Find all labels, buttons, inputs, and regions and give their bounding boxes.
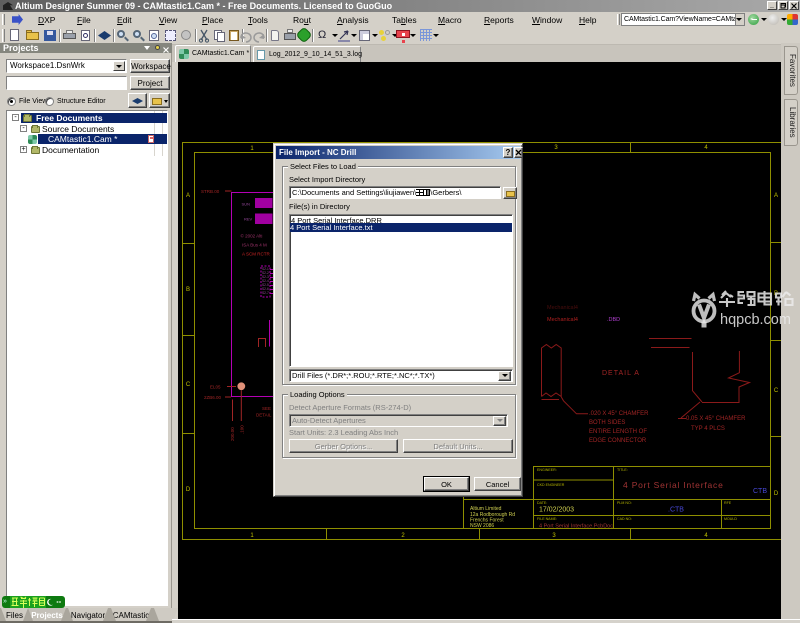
svg-text:ENTIRE LENGTH OF: ENTIRE LENGTH OF [589,429,647,435]
svg-text:A: A [774,193,778,199]
svg-text:NSW 2086: NSW 2086 [470,523,494,529]
svg-text:BOTH SIDES: BOTH SIDES [589,420,625,426]
svg-text:TITLE:: TITLE: [617,468,628,472]
svg-text:CTB: CTB [753,488,767,495]
svg-text:Mechanical4: Mechanical4 [547,305,578,311]
svg-text:STRB.00: STRB.00 [201,189,220,194]
svg-text:.DBD: .DBD [607,317,620,323]
svg-text:CAD NO:: CAD NO: [617,517,632,521]
svg-text:D: D [774,491,779,497]
svg-text:C: C [774,388,779,394]
svg-text:PLM NO:: PLM NO: [617,501,632,505]
svg-text:RFE: RFE [724,501,732,505]
svg-text:4 Port Serial Interface: 4 Port Serial Interface [623,480,724,490]
svg-text:C: C [186,382,191,388]
svg-text:200.00: 200.00 [230,427,235,441]
svg-text:4: 4 [704,533,708,539]
svg-text:FILE NAME:: FILE NAME: [537,517,557,521]
svg-text:1: 1 [250,533,254,539]
svg-text:Mechanical4: Mechanical4 [547,317,578,323]
svg-text:DATE:: DATE: [537,501,547,505]
svg-text:DETAIL A: DETAIL A [602,370,640,377]
svg-text:3: 3 [552,533,556,539]
svg-text:4 Port Serial Interface.PcbDoc: 4 Port Serial Interface.PcbDoc [539,524,613,530]
svg-text:MOULD: MOULD [724,517,737,521]
svg-text:1: 1 [250,146,254,152]
svg-text:S2-7: S2-7 [262,291,269,295]
svg-text:A: A [186,193,190,199]
svg-text:2ZB6.00: 2ZB6.00 [204,395,222,400]
svg-text:SUN: SUN [242,202,251,207]
svg-text:4: 4 [704,145,708,151]
svg-text:.CTB: .CTB [668,507,684,514]
svg-text:D: D [186,487,191,493]
svg-text:ISA Bus 4 M: ISA Bus 4 M [242,243,267,248]
svg-text:3: 3 [554,145,558,151]
svg-text:TYP 4 PLCS: TYP 4 PLCS [691,426,725,432]
svg-text:A SCM RCTR: A SCM RCTR [242,252,271,257]
svg-text:0.05 X 45° CHAMFER: 0.05 X 45° CHAMFER [686,416,746,422]
svg-text:.100: .100 [240,425,245,434]
svg-text:2: 2 [401,533,405,539]
svg-text:SEE: SEE [262,406,271,411]
svg-text:CKD ENGINEER: CKD ENGINEER [537,483,565,487]
svg-text:17/02/2003: 17/02/2003 [539,507,574,514]
svg-text:EL05: EL05 [210,385,221,390]
svg-text:EDGE CONNECTOR: EDGE CONNECTOR [589,438,647,444]
svg-text:ENGINEER:: ENGINEER: [537,468,557,472]
svg-text:.020 X 45° CHAMFER: .020 X 45° CHAMFER [589,411,649,417]
svg-text:B: B [186,287,190,293]
svg-text:DETAIL: DETAIL [256,413,272,418]
svg-text:REV: REV [244,217,253,222]
svg-text:hqpcb.com: hqpcb.com [720,312,791,328]
svg-text:© 2002 Alti: © 2002 Alti [241,233,263,239]
